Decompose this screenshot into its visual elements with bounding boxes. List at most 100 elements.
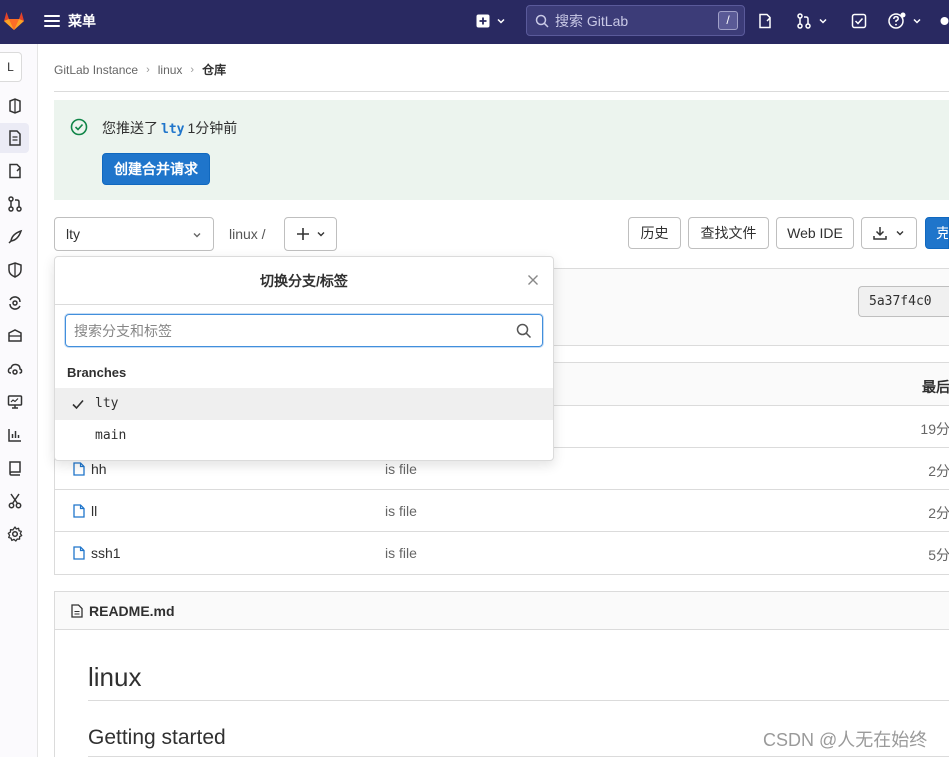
chevron-down-icon [913, 18, 921, 24]
sidebar-item-project-info[interactable] [0, 91, 29, 121]
document-icon [8, 130, 21, 146]
table-row[interactable]: ssh1 is file 5分 [55, 532, 949, 574]
branch-search-input[interactable]: 搜索分支和标签 [65, 314, 543, 347]
create-merge-request-button[interactable]: 创建合并请求 [102, 153, 210, 185]
file-name: ll [91, 503, 98, 519]
row-time: 2分 [928, 463, 949, 479]
readme-heading-2: Getting started [88, 726, 226, 749]
book-icon [8, 461, 21, 476]
plus-square-icon [476, 14, 490, 28]
project-icon [8, 98, 21, 114]
file-name: hh [91, 461, 107, 477]
breadcrumb-item-project[interactable]: linux [158, 63, 183, 77]
branch-selector-label: lty [66, 226, 80, 242]
branch-switch-dropdown: 切换分支/标签 搜索分支和标签 Branches lty main [54, 256, 554, 461]
deployments-icon [8, 296, 21, 310]
breadcrumb: GitLab Instance › linux › 仓库 [54, 61, 226, 78]
row-time: 5分 [928, 547, 949, 563]
file-icon [73, 462, 85, 476]
left-sidebar: L [0, 44, 38, 757]
gear-icon [7, 526, 22, 542]
find-file-button[interactable]: 查找文件 [688, 217, 769, 249]
help-icon [888, 12, 906, 29]
commit-message[interactable]: is file [385, 461, 417, 477]
issues-button[interactable] [757, 11, 773, 31]
watermark: CSDN @人无在始终 [763, 730, 928, 750]
close-icon[interactable] [527, 274, 539, 286]
chevron-down-icon [896, 231, 904, 236]
column-last-update: 最后 [922, 379, 949, 395]
sidebar-item-wiki[interactable] [0, 453, 29, 483]
readme-header: README.md [55, 592, 949, 630]
alert-message: 您推送了 lty 1分钟前 [102, 118, 237, 138]
plus-icon [296, 228, 309, 240]
sidebar-item-issues[interactable] [0, 156, 29, 186]
branch-selector[interactable]: lty [54, 217, 214, 251]
chevron-down-icon [819, 18, 827, 24]
branch-search-placeholder: 搜索分支和标签 [74, 322, 172, 339]
sidebar-item-deployments[interactable] [0, 288, 29, 318]
file-icon [71, 603, 83, 618]
top-navbar: 菜单 搜索 GitLab / [0, 0, 949, 44]
breadcrumb-item-instance[interactable]: GitLab Instance [54, 63, 138, 77]
history-button[interactable]: 历史 [628, 217, 681, 249]
sidebar-item-settings[interactable] [0, 519, 29, 549]
sidebar-item-infrastructure[interactable] [0, 354, 29, 384]
table-row[interactable]: ll is file 2分 [55, 490, 949, 532]
file-name: ssh1 [91, 545, 121, 561]
todo-check-icon [851, 13, 867, 29]
file-link[interactable]: hh [73, 461, 107, 477]
commit-sha[interactable]: 5a37f4c0 [858, 286, 949, 317]
dropdown-section-branches: Branches [67, 365, 127, 380]
breadcrumb-item-repository[interactable]: 仓库 [202, 61, 226, 78]
file-link[interactable]: ll [73, 503, 97, 519]
sidebar-item-analytics[interactable] [0, 420, 29, 450]
sidebar-item-repository[interactable] [0, 123, 29, 153]
search-input[interactable]: 搜索 GitLab / [526, 5, 745, 36]
commit-message[interactable]: is file [385, 503, 417, 519]
user-avatar[interactable] [940, 11, 949, 31]
merge-requests-button[interactable] [796, 11, 828, 31]
chevron-right-icon: › [190, 63, 195, 76]
readme-filename[interactable]: README.md [89, 603, 175, 619]
project-avatar[interactable]: L [0, 52, 22, 82]
chevron-right-icon: › [146, 63, 150, 76]
add-to-tree-button[interactable] [284, 217, 337, 251]
search-placeholder: 搜索 GitLab [555, 12, 629, 29]
divider [54, 91, 949, 92]
clone-button[interactable]: 克 [925, 217, 949, 249]
web-ide-button[interactable]: Web IDE [776, 217, 854, 249]
create-new-button[interactable] [476, 11, 506, 31]
gitlab-logo-icon[interactable] [2, 8, 26, 32]
sidebar-item-monitor[interactable] [0, 387, 29, 417]
sidebar-item-security[interactable] [0, 255, 29, 285]
dropdown-title: 切换分支/标签 [55, 257, 553, 305]
issues-icon [759, 13, 771, 29]
download-icon [873, 227, 887, 240]
sidebar-item-packages[interactable] [0, 321, 29, 351]
menu-label: 菜单 [68, 13, 96, 29]
todos-button[interactable] [851, 11, 867, 31]
menu-button[interactable]: 菜单 [44, 10, 96, 32]
alert-branch[interactable]: lty [161, 122, 184, 137]
dropdown-item-branch[interactable]: main [55, 420, 553, 452]
scissors-icon [8, 493, 21, 509]
sidebar-item-ci-cd[interactable] [0, 222, 29, 252]
monitor-icon [7, 395, 22, 409]
dropdown-item-label: main [95, 428, 127, 443]
file-icon [73, 504, 85, 518]
search-icon [516, 323, 532, 339]
file-link[interactable]: ssh1 [73, 545, 121, 561]
chevron-down-icon [317, 232, 324, 237]
divider [88, 700, 949, 701]
dropdown-item-branch[interactable]: lty [55, 388, 553, 420]
sidebar-item-snippets[interactable] [0, 486, 29, 516]
chevron-down-icon [193, 233, 201, 238]
download-button[interactable] [861, 217, 917, 249]
sidebar-item-merge-requests[interactable] [0, 189, 29, 219]
shield-icon [7, 262, 22, 278]
help-button[interactable] [888, 11, 922, 31]
commit-message[interactable]: is file [385, 545, 417, 561]
merge-request-icon [7, 196, 22, 212]
alert-suffix: 1分钟前 [187, 120, 238, 136]
